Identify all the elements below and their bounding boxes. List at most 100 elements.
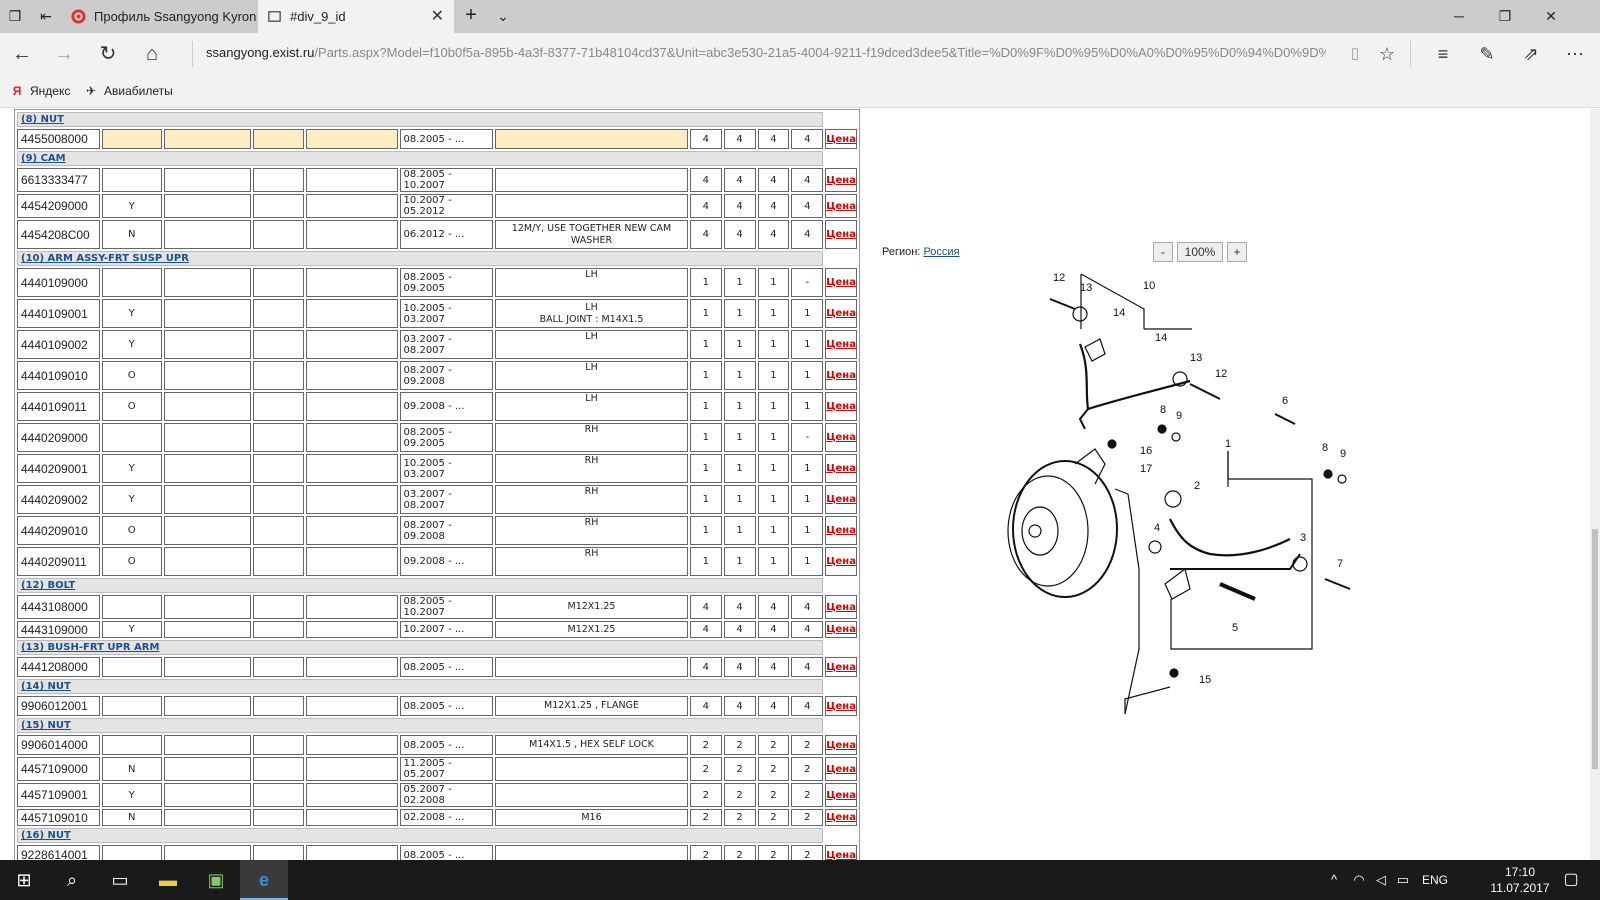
callout-number[interactable]: 17 bbox=[1140, 463, 1152, 475]
scrollbar-thumb[interactable] bbox=[1592, 529, 1598, 769]
group-title-link[interactable]: (10) ARM ASSY-FRT SUSP UPR bbox=[17, 251, 824, 266]
refresh-icon[interactable]: ↻ bbox=[94, 41, 122, 67]
minimize-icon[interactable]: ─ bbox=[1436, 0, 1482, 33]
price-link[interactable]: Цена bbox=[825, 757, 857, 781]
url-field[interactable]: ssangyong.exist.ru/Parts.aspx?Model=f10b… bbox=[206, 45, 1326, 65]
price-label[interactable]: Цена bbox=[826, 175, 856, 186]
price-label[interactable]: Цена bbox=[826, 229, 856, 240]
search-icon[interactable]: ⌕ bbox=[48, 860, 96, 900]
set-aside-tabs-icon[interactable]: ⇤ bbox=[37, 7, 55, 25]
restore-icon[interactable]: ❐ bbox=[1482, 0, 1528, 33]
group-title-link[interactable]: (9) CAM bbox=[17, 151, 824, 166]
price-label[interactable]: Цена bbox=[826, 701, 856, 712]
price-link[interactable]: Цена bbox=[825, 454, 857, 483]
callout-number[interactable]: 13 bbox=[1080, 282, 1092, 294]
fav-yandex[interactable]: Я Яндекс bbox=[10, 84, 71, 98]
callout-number[interactable]: 9 bbox=[1340, 448, 1346, 460]
price-label[interactable]: Цена bbox=[826, 134, 856, 145]
start-windows-icon[interactable]: ⊞ bbox=[0, 860, 48, 900]
price-link[interactable]: Цена bbox=[825, 330, 857, 359]
language-indicator[interactable]: ENG bbox=[1420, 860, 1450, 900]
group-title-link[interactable]: (8) NUT bbox=[17, 112, 824, 127]
close-tab-icon[interactable]: ✕ bbox=[431, 0, 444, 33]
callout-number[interactable]: 6 bbox=[1282, 395, 1288, 407]
callout-number[interactable]: 16 bbox=[1140, 445, 1152, 457]
edge-browser-icon[interactable]: e bbox=[240, 860, 288, 900]
back-icon[interactable]: ← bbox=[8, 41, 36, 67]
callout-number[interactable]: 9 bbox=[1176, 410, 1182, 422]
file-explorer-icon[interactable]: ▬ bbox=[144, 860, 192, 900]
callout-number[interactable]: 7 bbox=[1337, 558, 1343, 570]
price-link[interactable]: Цена bbox=[825, 423, 857, 452]
web-note-icon[interactable]: ✎ bbox=[1472, 41, 1502, 67]
callout-number[interactable]: 15 bbox=[1199, 674, 1211, 686]
callout-number[interactable]: 13 bbox=[1190, 352, 1202, 364]
group-title-link[interactable]: (14) NUT bbox=[17, 679, 824, 694]
price-link[interactable]: Цена bbox=[825, 621, 857, 638]
price-link[interactable]: Цена bbox=[825, 268, 857, 297]
price-label[interactable]: Цена bbox=[826, 740, 856, 751]
volume-icon[interactable]: ◁ bbox=[1372, 860, 1390, 900]
zoom-out-button[interactable]: - bbox=[1153, 242, 1173, 262]
price-label[interactable]: Цена bbox=[826, 525, 856, 536]
callout-number[interactable]: 8 bbox=[1160, 404, 1166, 416]
reading-view-icon[interactable]: ▯ bbox=[1340, 41, 1370, 67]
price-link[interactable]: Цена bbox=[825, 299, 857, 328]
price-label[interactable]: Цена bbox=[826, 790, 856, 801]
price-label[interactable]: Цена bbox=[826, 308, 856, 319]
price-label[interactable]: Цена bbox=[826, 339, 856, 350]
price-link[interactable]: Цена bbox=[825, 657, 857, 677]
task-view-icon[interactable]: ▭ bbox=[96, 860, 144, 900]
clock[interactable]: 17:10 11.07.2017 bbox=[1490, 864, 1550, 896]
action-center-icon[interactable]: ▢ bbox=[1556, 860, 1586, 900]
price-link[interactable]: Цена bbox=[825, 845, 857, 860]
more-icon[interactable]: ⋯ bbox=[1560, 41, 1590, 67]
price-label[interactable]: Цена bbox=[826, 850, 856, 861]
callout-number[interactable]: 12 bbox=[1215, 368, 1227, 380]
callout-number[interactable]: 12 bbox=[1053, 272, 1065, 284]
zoom-in-button[interactable]: + bbox=[1227, 242, 1247, 262]
fav-aviabilety[interactable]: ✈ Авиабилеты bbox=[84, 84, 173, 98]
forward-icon[interactable]: → bbox=[50, 41, 78, 67]
favorite-star-icon[interactable]: ☆ bbox=[1372, 41, 1402, 67]
price-label[interactable]: Цена bbox=[826, 556, 856, 567]
price-label[interactable]: Цена bbox=[826, 812, 856, 823]
price-label[interactable]: Цена bbox=[826, 277, 856, 288]
share-icon[interactable]: ⇗ bbox=[1516, 41, 1546, 67]
callout-number[interactable]: 8 bbox=[1322, 442, 1328, 454]
callout-number[interactable]: 2 bbox=[1194, 480, 1200, 492]
parts-diagram[interactable]: 1213 101414131268 9116178 92437515 bbox=[880, 269, 1580, 860]
callout-number[interactable]: 3 bbox=[1300, 532, 1306, 544]
price-link[interactable]: Цена bbox=[825, 595, 857, 619]
price-link[interactable]: Цена bbox=[825, 809, 857, 826]
price-label[interactable]: Цена bbox=[826, 764, 856, 775]
callout-number[interactable]: 14 bbox=[1155, 332, 1167, 344]
price-label[interactable]: Цена bbox=[826, 602, 856, 613]
price-link[interactable]: Цена bbox=[825, 547, 857, 576]
close-window-icon[interactable]: ✕ bbox=[1528, 0, 1574, 33]
price-link[interactable]: Цена bbox=[825, 696, 857, 716]
callout-number[interactable]: 5 bbox=[1232, 622, 1238, 634]
price-link[interactable]: Цена bbox=[825, 168, 857, 192]
price-link[interactable]: Цена bbox=[825, 220, 857, 249]
callout-number[interactable]: 1 bbox=[1225, 438, 1231, 450]
price-link[interactable]: Цена bbox=[825, 735, 857, 755]
new-tab-icon[interactable]: + bbox=[462, 5, 480, 25]
photos-app-icon[interactable]: ▣ bbox=[192, 860, 240, 900]
price-link[interactable]: Цена bbox=[825, 392, 857, 421]
price-label[interactable]: Цена bbox=[826, 463, 856, 474]
price-link[interactable]: Цена bbox=[825, 485, 857, 514]
group-title-link[interactable]: (16) NUT bbox=[17, 828, 824, 843]
hub-icon[interactable]: ≡ bbox=[1428, 41, 1458, 67]
price-label[interactable]: Цена bbox=[826, 370, 856, 381]
price-label[interactable]: Цена bbox=[826, 662, 856, 673]
price-label[interactable]: Цена bbox=[826, 494, 856, 505]
price-label[interactable]: Цена bbox=[826, 401, 856, 412]
group-title-link[interactable]: (13) BUSH-FRT UPR ARM bbox=[17, 640, 824, 655]
price-label[interactable]: Цена bbox=[826, 201, 856, 212]
price-link[interactable]: Цена bbox=[825, 361, 857, 390]
price-link[interactable]: Цена bbox=[825, 516, 857, 545]
tab-div9[interactable]: #div_9_id ✕ bbox=[258, 0, 454, 33]
price-link[interactable]: Цена bbox=[825, 194, 857, 218]
tray-chevron-up-icon[interactable]: ^ bbox=[1326, 860, 1342, 900]
